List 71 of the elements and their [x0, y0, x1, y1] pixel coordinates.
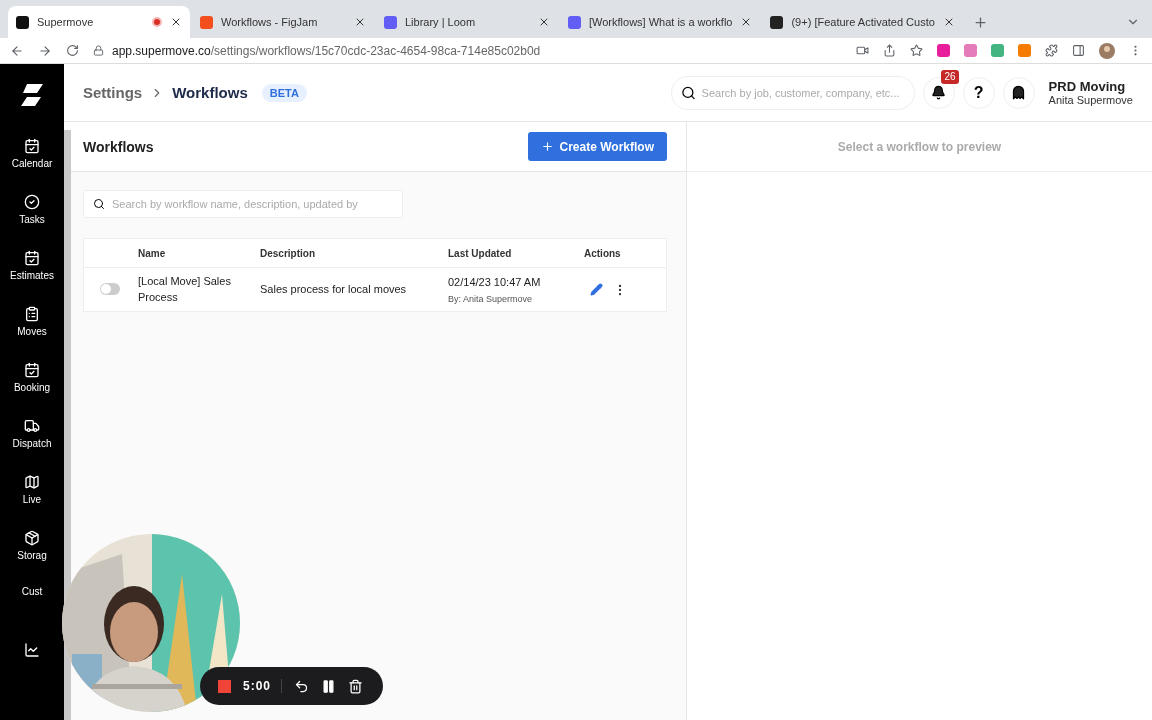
beta-badge: BETA [261, 83, 307, 102]
table-cell-text: [Local Move] Sales Process [138, 273, 232, 305]
column-header: Description [260, 247, 316, 259]
browser-tab[interactable]: (9+) [Feature Activated Custo [762, 6, 963, 38]
scrollbar[interactable] [64, 130, 71, 720]
pause-icon[interactable] [321, 678, 337, 694]
sidebar-item[interactable]: Dispatch [12, 418, 52, 474]
side-panel-icon[interactable] [1072, 44, 1085, 57]
browser-tab[interactable]: Workflows - FigJam [192, 6, 374, 38]
puzzle-icon[interactable] [1045, 44, 1058, 57]
column-header: Actions [584, 247, 622, 259]
browser-tab[interactable]: Supermove [8, 6, 190, 38]
notification-count: 26 [941, 69, 959, 84]
close-icon[interactable] [354, 16, 366, 28]
new-tab-icon[interactable] [972, 14, 988, 30]
calendar-icon [24, 362, 40, 378]
toggle-switch[interactable] [100, 282, 120, 295]
sidebar-item[interactable]: Tasks [19, 194, 45, 250]
organization-name: PRD Moving [1048, 79, 1127, 94]
sidebar-item[interactable]: Booking [13, 362, 51, 418]
undo-icon[interactable] [294, 678, 310, 694]
browser-tab[interactable]: [Workflows] What is a workflo [560, 6, 761, 38]
back-icon[interactable] [10, 43, 24, 58]
reload-icon[interactable] [66, 44, 79, 57]
stop-button[interactable] [218, 679, 231, 693]
ghost-icon [1011, 85, 1027, 100]
recording-timer: 5:00 [243, 679, 283, 693]
sidebar-item[interactable]: Cust [21, 586, 43, 642]
camera-icon[interactable] [856, 44, 869, 57]
sidebar-item[interactable]: Live [22, 474, 42, 530]
calendar-icon [24, 250, 40, 266]
map-icon [24, 474, 40, 490]
sidebar-item[interactable]: Storag [17, 530, 47, 586]
updated-by-text: By: Anita Supermove [448, 293, 534, 304]
create-workflow-button[interactable]: Create Workflow [527, 132, 667, 161]
user-name: Anita Supermove [1048, 94, 1133, 106]
chart-icon [24, 642, 40, 658]
calendar-icon [24, 138, 40, 154]
forward-icon[interactable] [38, 43, 52, 58]
column-header: Name [138, 247, 167, 259]
browser-tab[interactable]: Library | Loom [376, 6, 558, 38]
sidebar-item[interactable]: Calendar [11, 138, 53, 194]
profile-avatar[interactable] [1099, 42, 1115, 59]
sidebar-item[interactable]: Moves [17, 306, 47, 362]
check-circle-icon [24, 194, 40, 210]
sidebar-item[interactable]: Estimates [10, 250, 54, 306]
breadcrumb-link[interactable]: Workflows [172, 84, 248, 101]
address-bar[interactable]: app.supermove.co/settings/workflows/15c70cdc-23ac-4654-98ca-714e85c02b0d [112, 43, 541, 58]
clipboard-icon [24, 306, 40, 322]
logo-icon[interactable] [19, 82, 45, 108]
extension-icon[interactable] [937, 44, 950, 57]
table-cell-text: 02/14/23 10:47 AM [448, 275, 542, 291]
box-icon [24, 530, 40, 546]
lock-icon [93, 45, 104, 56]
help-button[interactable]: ? [962, 76, 995, 109]
table-cell-text: Sales process for local moves [260, 281, 408, 297]
search-field[interactable]: Search by job, customer, company, etc... [670, 75, 915, 110]
breadcrumb-link[interactable]: Settings [83, 84, 143, 101]
truck-icon [24, 418, 40, 434]
star-icon[interactable] [910, 44, 923, 57]
plus-icon [540, 140, 554, 153]
edit-icon[interactable] [590, 283, 603, 296]
share-icon[interactable] [883, 44, 896, 57]
delete-icon[interactable] [348, 678, 364, 694]
close-icon[interactable] [170, 16, 182, 28]
panel-title: Workflows [83, 138, 154, 155]
empty-preview-text: Select a workflow to preview [837, 139, 1002, 154]
search-field[interactable]: Search by workflow name, description, updated by [83, 190, 403, 218]
bell-icon [931, 85, 947, 100]
column-header: Last Updated [448, 247, 513, 259]
close-icon[interactable] [538, 16, 550, 28]
